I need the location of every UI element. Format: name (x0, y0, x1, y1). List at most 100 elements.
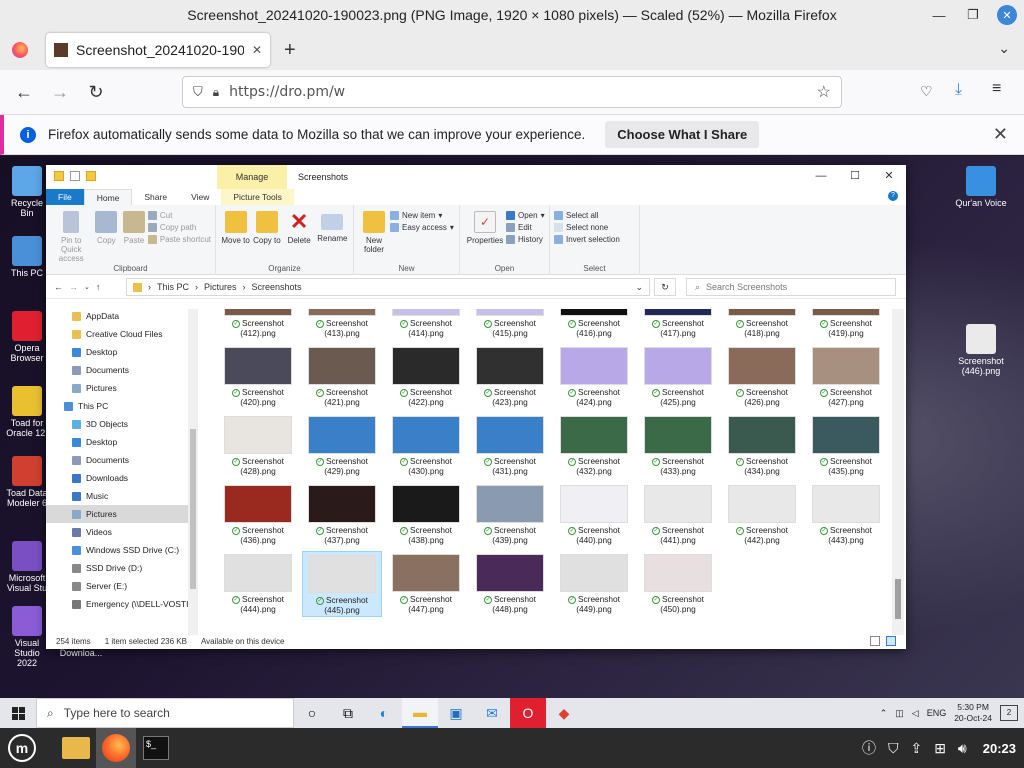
file-tile[interactable]: ✓ Screenshot (445).png (302, 551, 382, 617)
tab-close-icon[interactable]: ✕ (252, 43, 262, 57)
select-all-button[interactable]: Select all (554, 211, 620, 220)
breadcrumb-screenshots[interactable]: Screenshots (252, 282, 302, 292)
windows-start-button[interactable] (0, 698, 36, 728)
nav-item[interactable]: Music (46, 487, 188, 505)
nav-item[interactable]: Documents (46, 451, 188, 469)
navigation-pane-scrollbar[interactable] (188, 309, 198, 635)
tray-overflow-icon[interactable]: ⌃ (880, 708, 888, 719)
firefox-launcher[interactable] (96, 728, 136, 768)
file-tile[interactable]: ✓ Screenshot (429).png (302, 413, 382, 479)
shield-icon[interactable]: ⛉ (193, 84, 203, 100)
lock-icon[interactable]: 🔒︎ (213, 85, 219, 100)
reload-button[interactable]: ↻ (78, 82, 114, 103)
paste-shortcut-button[interactable]: Paste shortcut (147, 235, 211, 244)
properties-icon[interactable] (70, 171, 80, 181)
new-folder-icon[interactable] (86, 171, 96, 181)
file-tile[interactable]: ✓ Screenshot (415).png (470, 309, 550, 341)
file-scroll-thumb[interactable] (895, 579, 901, 619)
network-icon[interactable]: ◫ (895, 708, 904, 719)
address-bar[interactable]: › This PC › Pictures › Screenshots ⌄ (126, 278, 650, 296)
volume-tray-icon[interactable]: 🔊︎ (958, 740, 967, 757)
file-tile[interactable]: ✓ Screenshot (439).png (470, 482, 550, 548)
file-tile[interactable]: ✓ Screenshot (444).png (218, 551, 298, 617)
close-button[interactable]: ✕ (997, 5, 1017, 25)
nav-item[interactable]: Windows SSD Drive (C:) (46, 541, 188, 559)
desktop-icon[interactable]: Opera Browser (4, 311, 50, 363)
anydesk-icon[interactable]: ◆ (546, 698, 582, 728)
back-arrow-icon[interactable]: ← (54, 282, 63, 292)
desktop-icon[interactable]: Microsoft Visual Stu (4, 541, 50, 593)
desktop-icon[interactable]: Toad for Oracle 12. (4, 386, 50, 438)
file-tile[interactable]: ✓ Screenshot (426).png (722, 344, 802, 410)
file-tile[interactable]: ✓ Screenshot (447).png (386, 551, 466, 617)
select-none-button[interactable]: Select none (554, 223, 620, 232)
file-tile[interactable]: ✓ Screenshot (417).png (638, 309, 718, 341)
manage-contextual-tab[interactable]: Manage (217, 165, 287, 189)
nav-item[interactable]: Downloads (46, 469, 188, 487)
panel-clock[interactable]: 20:23 (983, 741, 1016, 756)
file-tile[interactable]: ✓ Screenshot (421).png (302, 344, 382, 410)
nav-item[interactable]: This PC (46, 397, 188, 415)
file-explorer-taskbar-icon[interactable]: ▬ (402, 698, 438, 728)
shield-tray-icon[interactable]: ⛉ (888, 740, 899, 757)
history-button[interactable]: History (506, 235, 545, 244)
file-tile[interactable]: ✓ Screenshot (424).png (554, 344, 634, 410)
file-tile[interactable]: ✓ Screenshot (428).png (218, 413, 298, 479)
explorer-close-button[interactable]: ✕ (872, 165, 906, 187)
breadcrumb-pictures[interactable]: Pictures (204, 282, 237, 292)
breadcrumb-this-pc[interactable]: This PC (157, 282, 189, 292)
help-icon[interactable]: ? (888, 191, 898, 201)
downloads-icon[interactable]: ⤓ (955, 81, 962, 99)
network-tray-icon[interactable]: ⊞ (934, 740, 946, 757)
tab-screenshot[interactable]: Screenshot_20241020-1900 ✕ (46, 33, 270, 67)
file-tile[interactable]: ✓ Screenshot (414).png (386, 309, 466, 341)
cut-button[interactable]: Cut (147, 211, 211, 220)
new-tab-button[interactable]: + (284, 39, 296, 62)
nav-item[interactable]: Desktop (46, 433, 188, 451)
file-tile[interactable]: ✓ Screenshot (418).png (722, 309, 802, 341)
desktop-icon[interactable]: Qur'an Voice (954, 166, 1008, 208)
menu-icon[interactable]: ≡ (992, 80, 1001, 98)
file-list-scrollbar[interactable] (892, 309, 904, 635)
file-tile[interactable]: ✓ Screenshot (434).png (722, 413, 802, 479)
file-tile[interactable]: ✓ Screenshot (416).png (554, 309, 634, 341)
firefox-view-icon[interactable] (12, 42, 28, 58)
nav-item[interactable]: 3D Objects (46, 415, 188, 433)
easy-access-button[interactable]: Easy access ▾ (390, 223, 454, 232)
file-tile[interactable]: ✓ Screenshot (440).png (554, 482, 634, 548)
desktop-icon[interactable]: Visual Studio 2022 (4, 606, 50, 668)
file-tile[interactable]: ✓ Screenshot (437).png (302, 482, 382, 548)
desktop-icon[interactable]: Toad Data Modeler 6 (4, 456, 50, 508)
file-tile[interactable]: ✓ Screenshot (438).png (386, 482, 466, 548)
file-tile[interactable]: ✓ Screenshot (422).png (386, 344, 466, 410)
file-tile[interactable]: ✓ Screenshot (419).png (806, 309, 886, 341)
mint-menu-button[interactable]: m (2, 728, 42, 768)
nav-item[interactable]: Server (E:) (46, 577, 188, 595)
notification-close-icon[interactable]: ✕ (993, 124, 1008, 145)
tab-picture-tools[interactable]: Picture Tools (221, 189, 294, 205)
terminal-launcher[interactable]: $_ (136, 728, 176, 768)
file-tile[interactable]: ✓ Screenshot (423).png (470, 344, 550, 410)
tab-home[interactable]: Home (83, 189, 133, 205)
explorer-minimize-button[interactable]: — (804, 165, 838, 187)
desktop-icon[interactable]: Recycle Bin (4, 166, 50, 218)
tab-share[interactable]: Share (132, 189, 179, 205)
maximize-button[interactable]: ❐ (956, 0, 990, 30)
open-button[interactable]: Open ▾ (506, 211, 545, 220)
file-tile[interactable]: ✓ Screenshot (435).png (806, 413, 886, 479)
choose-what-i-share-button[interactable]: Choose What I Share (605, 121, 760, 148)
file-tile[interactable]: ✓ Screenshot (431).png (470, 413, 550, 479)
forward-button[interactable]: → (42, 82, 78, 103)
file-tile[interactable]: ✓ Screenshot (433).png (638, 413, 718, 479)
nav-item[interactable]: Emergency (\\DELL-VOSTI (46, 595, 188, 613)
address-dropdown-icon[interactable]: ⌄ (635, 282, 643, 293)
copy-path-button[interactable]: Copy path (147, 223, 211, 232)
refresh-button[interactable]: ↻ (654, 278, 676, 296)
nav-item[interactable]: AppData (46, 309, 188, 325)
nav-item[interactable]: SSD Drive (D:) (46, 559, 188, 577)
edit-button[interactable]: Edit (506, 223, 545, 232)
desktop-icon[interactable]: Screenshot (446).png (954, 324, 1008, 376)
file-tile[interactable]: ✓ Screenshot (413).png (302, 309, 382, 341)
invert-selection-button[interactable]: Invert selection (554, 235, 620, 244)
mail-icon[interactable]: ✉ (474, 698, 510, 728)
